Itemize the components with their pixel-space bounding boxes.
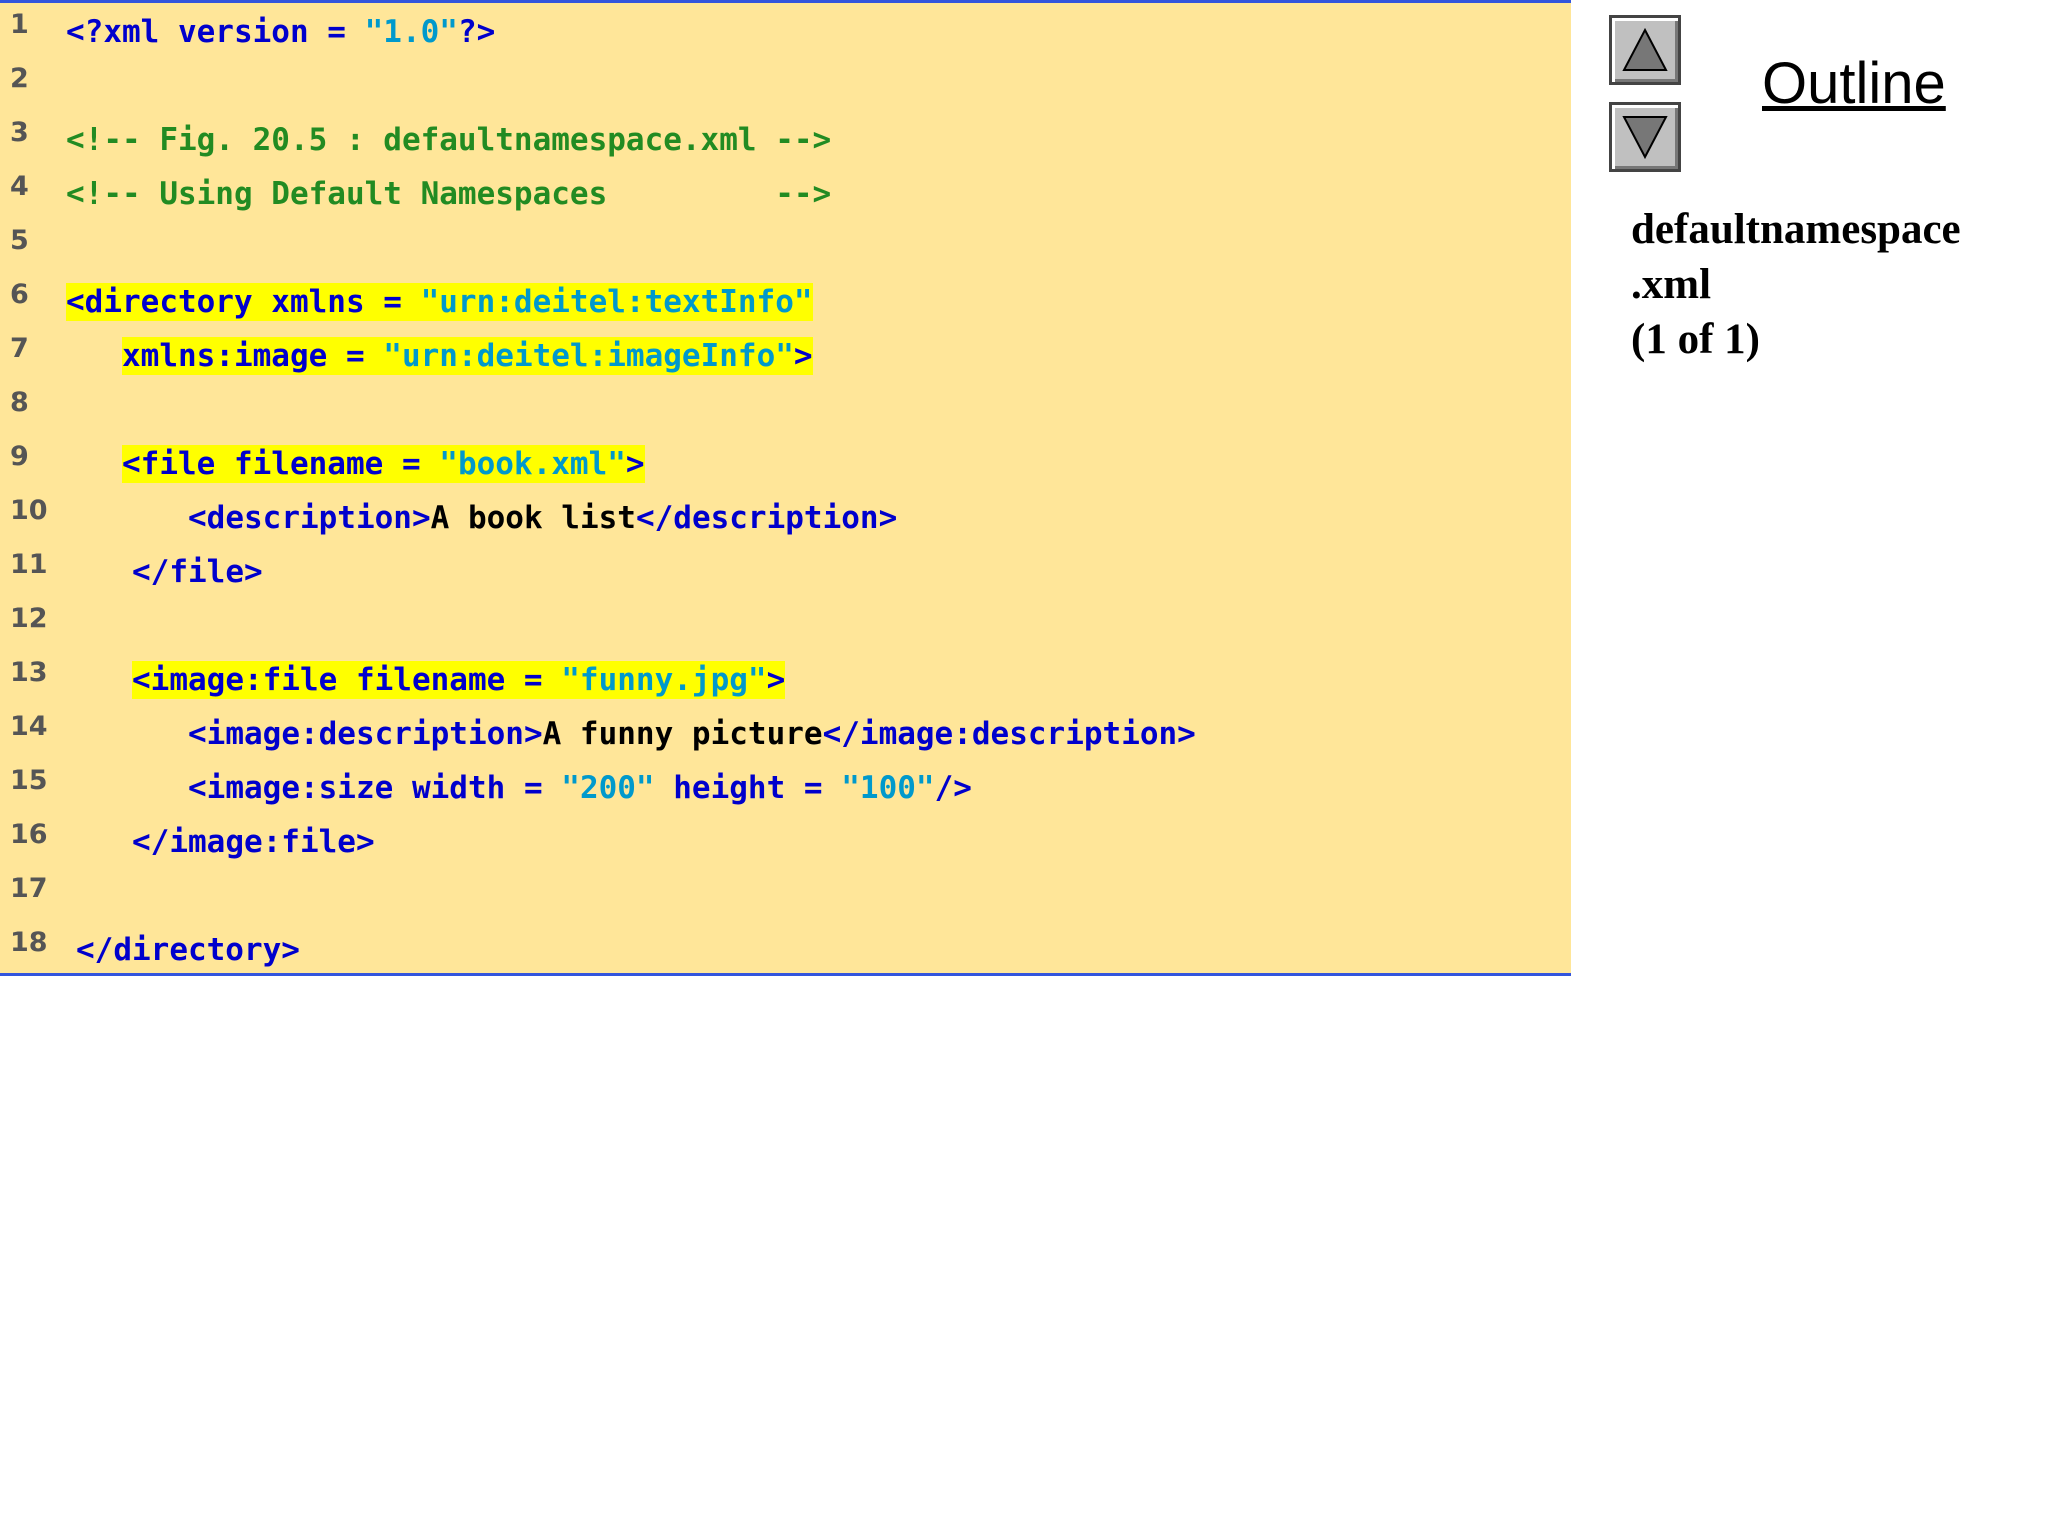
code-token: > bbox=[625, 446, 645, 482]
code-token: "urn:deitel:textInfo" bbox=[420, 284, 813, 320]
code-token: </file> bbox=[132, 554, 263, 590]
code-token: "urn:deitel:imageInfo" bbox=[383, 338, 794, 374]
code-line: </directory> bbox=[76, 931, 300, 969]
code-token: <file filename = bbox=[122, 446, 440, 482]
scroll-up-button[interactable] bbox=[1609, 15, 1681, 85]
line-number: 9 bbox=[10, 441, 29, 472]
line-number: 8 bbox=[10, 387, 29, 418]
line-number: 15 bbox=[10, 765, 48, 796]
code-panel: 1 <?xml version = "1.0"?> 2 3 <!-- Fig. 20.5… bbox=[0, 0, 1571, 976]
file-label-name: defaultnamespace bbox=[1631, 206, 1961, 253]
line-number: 4 bbox=[10, 171, 29, 202]
code-token: /> bbox=[934, 770, 972, 806]
code-token: <image:description> bbox=[188, 716, 543, 752]
file-label-page: (1 of 1) bbox=[1631, 316, 1760, 363]
code-line: <!-- Using Default Namespaces --> bbox=[66, 175, 831, 213]
code-token: <image:size width = bbox=[188, 770, 562, 806]
code-token: </image:description> bbox=[822, 716, 1196, 752]
line-number: 11 bbox=[10, 549, 48, 580]
code-token: "funny.jpg" bbox=[561, 662, 767, 698]
code-token: <description> bbox=[188, 500, 431, 536]
triangle-up-icon bbox=[1622, 27, 1668, 71]
line-number: 17 bbox=[10, 873, 48, 904]
code-line: </image:file> bbox=[132, 823, 375, 861]
code-token: "book.xml" bbox=[439, 446, 626, 482]
code-line: </file> bbox=[132, 553, 263, 591]
line-number: 2 bbox=[10, 63, 29, 94]
code-line: <directory xmlns = "urn:deitel:textInfo" bbox=[66, 283, 813, 321]
line-number: 13 bbox=[10, 657, 48, 688]
code-token: <!-- Fig. 20.5 : defaultnamespace.xml --… bbox=[66, 122, 832, 158]
code-token: "1.0" bbox=[364, 14, 458, 50]
code-line: <image:description>A funny picture</imag… bbox=[188, 715, 1196, 753]
line-number: 16 bbox=[10, 819, 48, 850]
code-token: </directory> bbox=[76, 932, 300, 968]
line-number: 6 bbox=[10, 279, 29, 310]
code-token: </image:file> bbox=[132, 824, 375, 860]
scroll-down-button[interactable] bbox=[1609, 102, 1681, 172]
code-line: <description>A book list</description> bbox=[188, 499, 897, 537]
file-label-extension: .xml bbox=[1631, 261, 1712, 308]
code-token: xmlns:image = bbox=[122, 338, 384, 374]
line-number: 7 bbox=[10, 333, 29, 364]
code-token: <image:file filename = bbox=[132, 662, 562, 698]
code-line: <?xml version = "1.0"?> bbox=[66, 13, 495, 51]
code-token: > bbox=[766, 662, 786, 698]
code-token: > bbox=[793, 338, 813, 374]
code-token: </description> bbox=[635, 500, 898, 536]
line-number: 12 bbox=[10, 603, 48, 634]
line-number: 3 bbox=[10, 117, 29, 148]
line-number: 14 bbox=[10, 711, 48, 742]
code-line: <image:size width = "200" height = "100"… bbox=[188, 769, 972, 807]
outline-title: Outline bbox=[1762, 51, 1946, 116]
triangle-down-icon bbox=[1622, 116, 1668, 160]
line-number: 10 bbox=[10, 495, 48, 526]
code-token: <directory xmlns = bbox=[66, 284, 421, 320]
line-number: 1 bbox=[10, 9, 29, 40]
code-token: "200" bbox=[561, 770, 655, 806]
code-line: <file filename = "book.xml"> bbox=[122, 445, 645, 483]
line-number: 18 bbox=[10, 927, 48, 958]
code-line: <image:file filename = "funny.jpg"> bbox=[132, 661, 786, 699]
code-token: <!-- Using Default Namespaces --> bbox=[66, 176, 832, 212]
code-token: ?> bbox=[457, 14, 496, 50]
code-line: xmlns:image = "urn:deitel:imageInfo"> bbox=[122, 337, 813, 375]
code-token: height = bbox=[654, 770, 842, 806]
code-token: "100" bbox=[841, 770, 935, 806]
code-line: <!-- Fig. 20.5 : defaultnamespace.xml --… bbox=[66, 121, 831, 159]
code-token: <?xml version = bbox=[66, 14, 365, 50]
code-token: A funny picture bbox=[542, 716, 823, 752]
code-token: A book list bbox=[430, 500, 636, 536]
line-number: 5 bbox=[10, 225, 29, 256]
